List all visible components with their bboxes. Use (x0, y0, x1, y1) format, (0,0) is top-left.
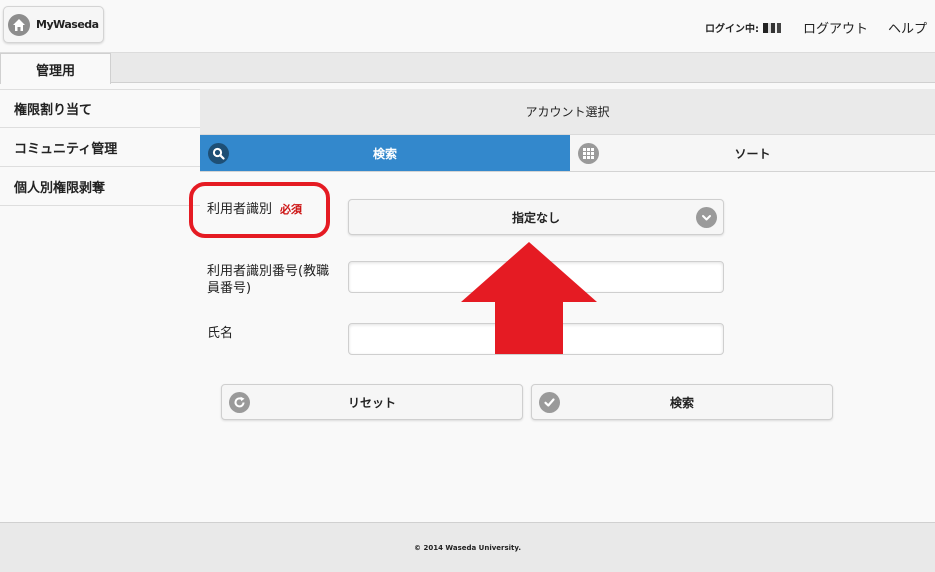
user-type-select[interactable]: 指定なし (348, 199, 724, 235)
tab-search-label: 検索 (372, 146, 397, 161)
grid-icon (578, 143, 599, 164)
help-link[interactable]: ヘルプ (888, 18, 927, 37)
sidebar-item-revoke-permissions[interactable]: 個人別権限剥奪 (0, 167, 200, 206)
annotation-arrow-up (461, 242, 597, 354)
chevron-down-icon (696, 207, 717, 228)
search-button-label: 検索 (669, 395, 694, 410)
search-icon (208, 143, 229, 164)
login-user-masked (762, 22, 781, 33)
reset-button-label: リセット (347, 395, 396, 410)
sidebar-item-assign-permissions[interactable]: 権限割り当て (0, 89, 200, 128)
tab-sort-label: ソート (734, 146, 771, 161)
login-status: ログイン中: (704, 24, 759, 35)
search-button[interactable]: 検索 (531, 384, 833, 420)
tab-bar: 管理用 (0, 53, 935, 84)
name-label: 氏名 (207, 326, 234, 341)
annotation-callout-circle (189, 182, 330, 238)
main-panel: アカウント選択 検索 ソート (200, 89, 935, 172)
footer: © 2014 Waseda University. (0, 522, 935, 572)
logout-link[interactable]: ログアウト (803, 18, 868, 37)
check-icon (539, 392, 560, 413)
search-sort-toggle: 検索 ソート (200, 135, 935, 172)
home-icon (8, 13, 30, 36)
reset-button[interactable]: リセット (221, 384, 523, 420)
top-right-menu: ログイン中: ログアウト ヘルプ (705, 18, 927, 37)
refresh-icon (229, 392, 250, 413)
top-bar: MyWaseda ログイン中: ログアウト ヘルプ (0, 0, 935, 53)
tab-sort[interactable]: ソート (570, 135, 935, 171)
tab-admin[interactable]: 管理用 (0, 53, 111, 84)
tab-search[interactable]: 検索 (200, 135, 570, 171)
user-id-label: 利用者識別番号(教職員番号) (207, 264, 330, 296)
copyright-text: © 2014 Waseda University. (414, 543, 521, 552)
page-title: アカウント選択 (200, 89, 935, 135)
home-button[interactable]: MyWaseda (3, 6, 104, 43)
sidebar-item-community-management[interactable]: コミュニティ管理 (0, 128, 200, 167)
user-type-selected-value: 指定なし (511, 210, 560, 225)
home-label: MyWaseda (36, 18, 99, 31)
sidebar: 権限割り当て コミュニティ管理 個人別権限剥奪 (0, 89, 200, 206)
